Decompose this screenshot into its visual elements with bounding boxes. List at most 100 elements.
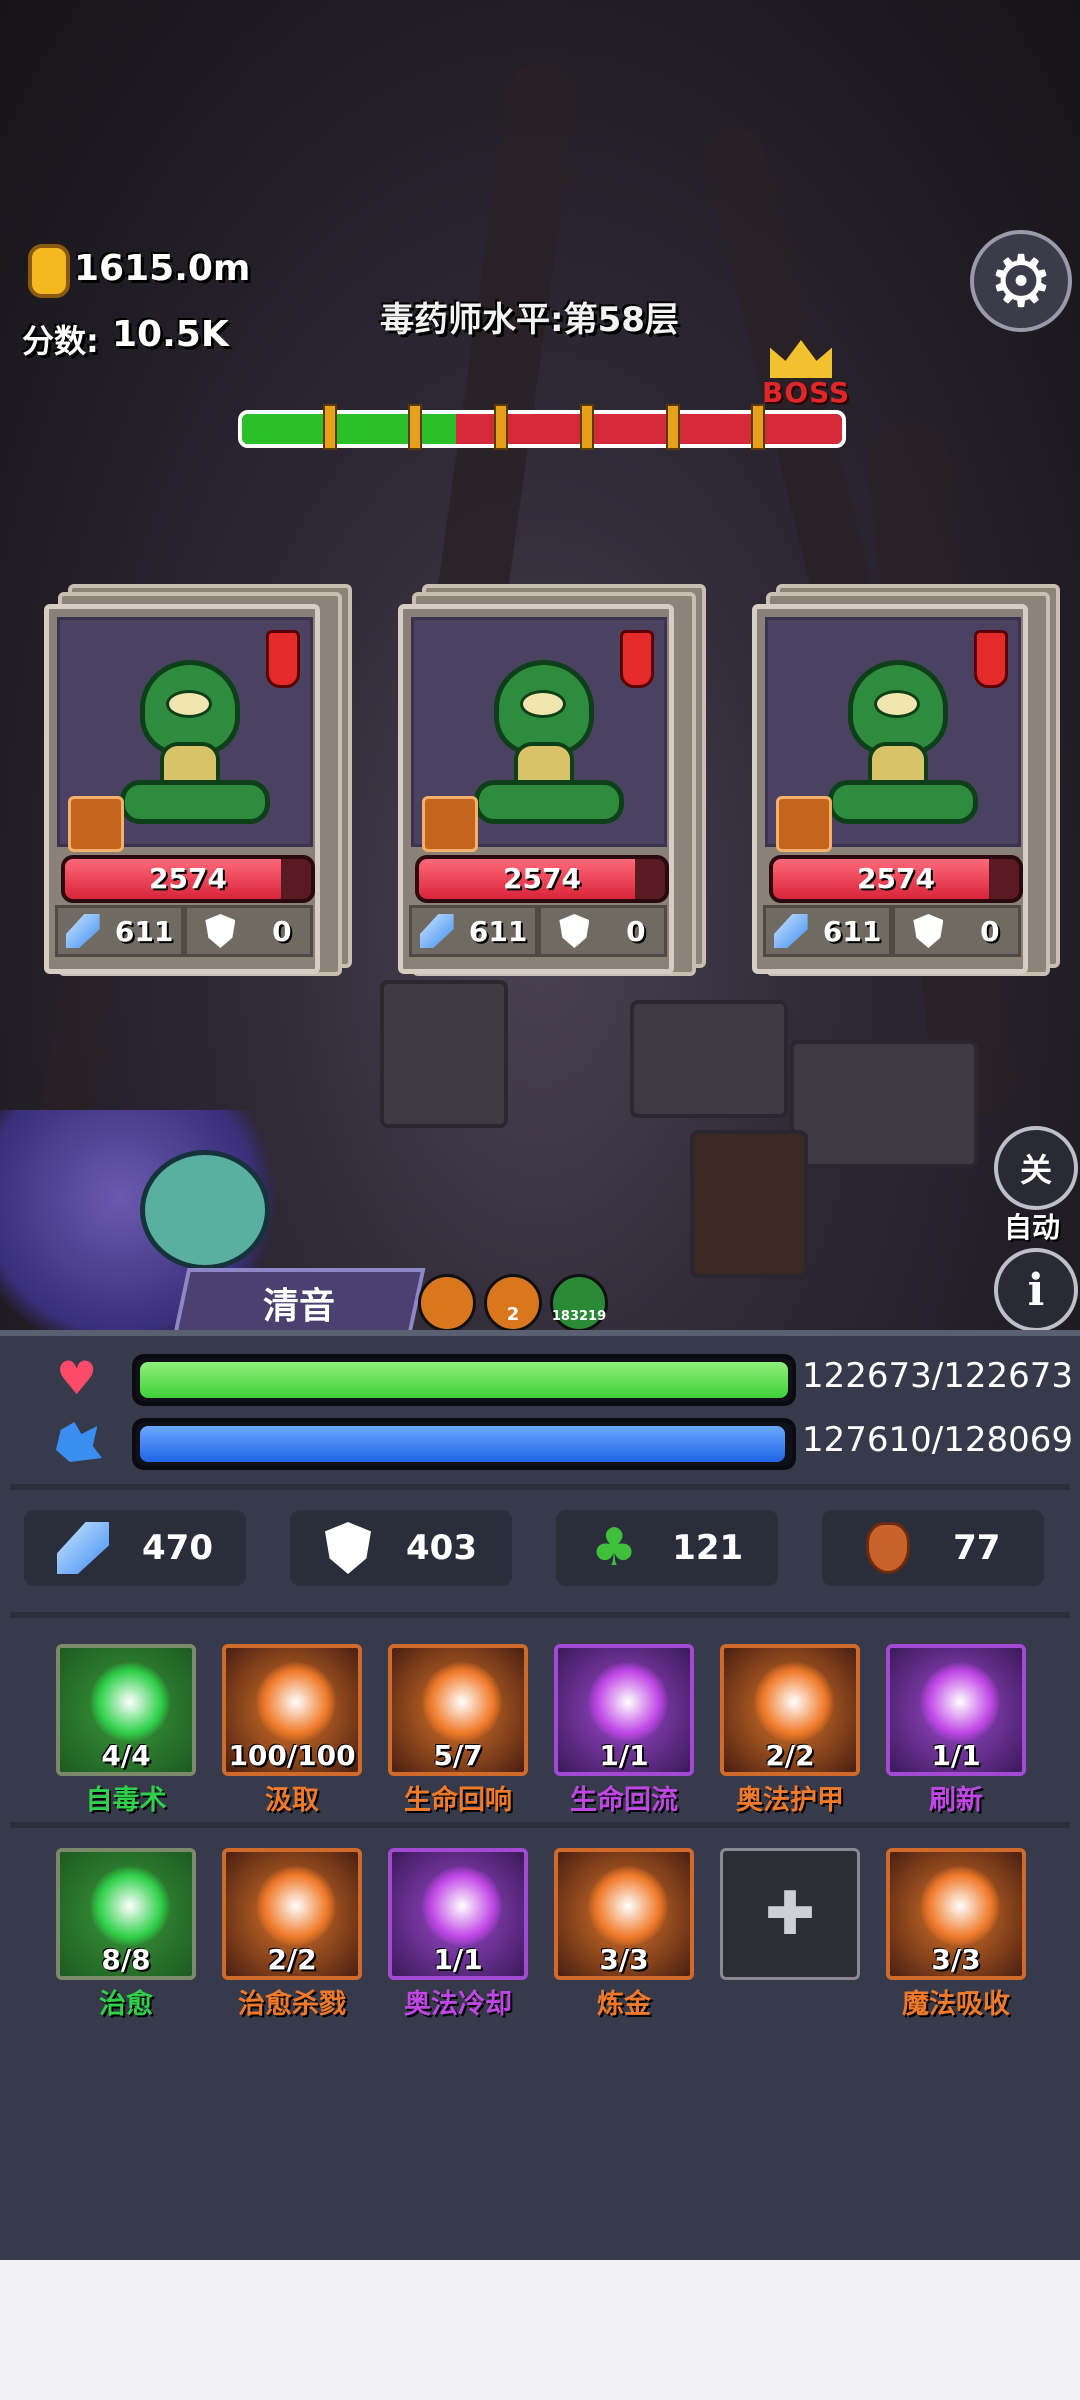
enemy-card[interactable]: 2574 611 0 [44,584,352,976]
heal-drop-icon [90,1866,170,1946]
enemy-defense: 0 [538,905,667,957]
skill-name: 刷新 [929,1785,983,1816]
skull-icon [90,1662,170,1742]
score-value: 10.5K [112,314,229,355]
skill-slot[interactable]: 2/2 治愈杀戮 [222,1848,362,2021]
sword-icon [419,914,454,948]
hp-bar [132,1354,796,1406]
attack-value: 470 [142,1528,213,1568]
skill-name: 魔法吸收 [902,1989,1010,2020]
skill-slot[interactable]: 100/100 汲取 [222,1644,362,1817]
cobra-icon [828,660,978,824]
settings-gear-icon[interactable]: ⚙ [970,230,1072,332]
add-skill-slot[interactable]: ✚ [720,1848,860,1980]
skill-tile[interactable]: 2/2 [222,1848,362,1980]
skill-tile[interactable]: 1/1 [554,1644,694,1776]
skill-tile[interactable]: 3/3 [886,1848,1026,1980]
claw-skill-icon [422,796,478,852]
heart-icon: ♥ [56,1351,98,1405]
wave-progress-cleared [242,414,457,444]
skill-slot[interactable]: 1/1 生命回流 [554,1644,694,1817]
enemy-card[interactable]: 2574 611 0 [398,584,706,976]
skill-count: 2/2 [267,1943,317,1976]
arcane-cooldown-icon [422,1866,502,1946]
wave-checkpoint-marker [665,404,680,450]
skill-tile[interactable]: 5/7 [388,1644,528,1776]
info-icon[interactable]: i [994,1248,1078,1332]
divider [10,1822,1070,1828]
enemy-card-front: 2574 611 0 [752,604,1028,974]
enemy-portrait [765,617,1021,852]
poison-skull-icon[interactable]: 183219 [550,1274,608,1332]
skill-slot[interactable]: 5/7 生命回响 [388,1644,528,1817]
luck-value: 121 [672,1528,744,1568]
add-slot-icon[interactable]: ✚ [720,1848,860,1980]
skill-slot[interactable]: 3/3 炼金 [554,1848,694,2021]
skill-tile[interactable]: 1/1 [886,1644,1026,1776]
auto-toggle-button[interactable]: 关 [994,1126,1078,1210]
mp-text: 127610/128069 [802,1420,1074,1460]
hp-row: ♥ 122673/122673 [0,1348,1080,1408]
skill-tile[interactable]: 4/4 [56,1644,196,1776]
tree-trunk-background [428,58,582,662]
enemy-attack: 611 [55,905,184,957]
skill-slot[interactable]: 2/2 奥法护甲 [720,1644,860,1817]
muscle-icon [422,1662,502,1742]
skill-count: 3/3 [931,1943,981,1976]
stone-ruin [630,1000,788,1118]
shield-icon [205,914,236,948]
wave-checkpoint-marker [322,404,337,450]
alert-icon [620,630,654,688]
hero-name-tag: 清音 [172,1268,426,1338]
skill-tile[interactable]: 100/100 [222,1644,362,1776]
skill-count: 4/4 [101,1739,151,1772]
enemy-portrait [57,617,313,852]
enemy-hp-bar: 2574 [61,855,315,903]
skill-tile[interactable]: 3/3 [554,1848,694,1980]
stone-ruin [790,1040,978,1168]
auto-label: 自动 [1003,1211,1060,1244]
hero-name: 清音 [262,1286,335,1327]
cobra-icon [474,660,624,824]
skill-name: 生命回响 [404,1785,512,1816]
defense-stat: 403 [290,1510,512,1586]
hp-bar-fill [140,1362,788,1398]
alert-icon [974,630,1008,688]
loot-stat: 77 [822,1510,1044,1586]
skill-slot[interactable]: 3/3 魔法吸收 [886,1848,1026,2021]
skill-count: 1/1 [599,1739,649,1772]
wave-checkpoint-marker [579,404,594,450]
luck-stat: ♣ 121 [556,1510,778,1586]
enemy-attack-value: 611 [114,914,174,948]
skill-tile[interactable]: 2/2 [720,1644,860,1776]
skill-slot[interactable]: 1/1 奥法冷却 [388,1848,528,2021]
divider [10,1612,1070,1618]
enemy-defense-value: 0 [626,914,646,948]
skill-tile[interactable]: 1/1 [388,1848,528,1980]
hero-face [140,1150,270,1270]
stone-ruin [380,980,508,1128]
defense-value: 403 [406,1528,477,1568]
magic-absorb-icon [920,1866,1000,1946]
enemy-portrait [411,617,667,852]
skill-name: 生命回流 [570,1785,678,1816]
heal-kill-icon [256,1866,336,1946]
alert-icon [266,630,300,688]
enemy-stats: 611 0 [763,905,1021,957]
enemy-attack-value: 611 [468,914,528,948]
fist-icon[interactable]: 2 [484,1274,542,1332]
shield-icon [559,914,590,948]
skill-count: 2/2 [765,1739,815,1772]
skill-slot[interactable]: 4/4 自毒术 [56,1644,196,1817]
skill-slot[interactable]: 8/8 治愈 [56,1848,196,2021]
enemy-hp-text: 2574 [503,862,581,895]
meditate-icon[interactable] [418,1274,476,1332]
enemy-card[interactable]: 2574 611 0 [752,584,1060,976]
skill-slot[interactable]: 1/1 刷新 [886,1644,1026,1817]
skill-count: 3/3 [599,1943,649,1976]
skill-name: 自毒术 [85,1785,167,1816]
enemy-card-front: 2574 611 0 [44,604,320,974]
buff-badge: 183219 [551,1308,607,1324]
skill-tile[interactable]: 8/8 [56,1848,196,1980]
score-label: 分数: [22,322,99,360]
